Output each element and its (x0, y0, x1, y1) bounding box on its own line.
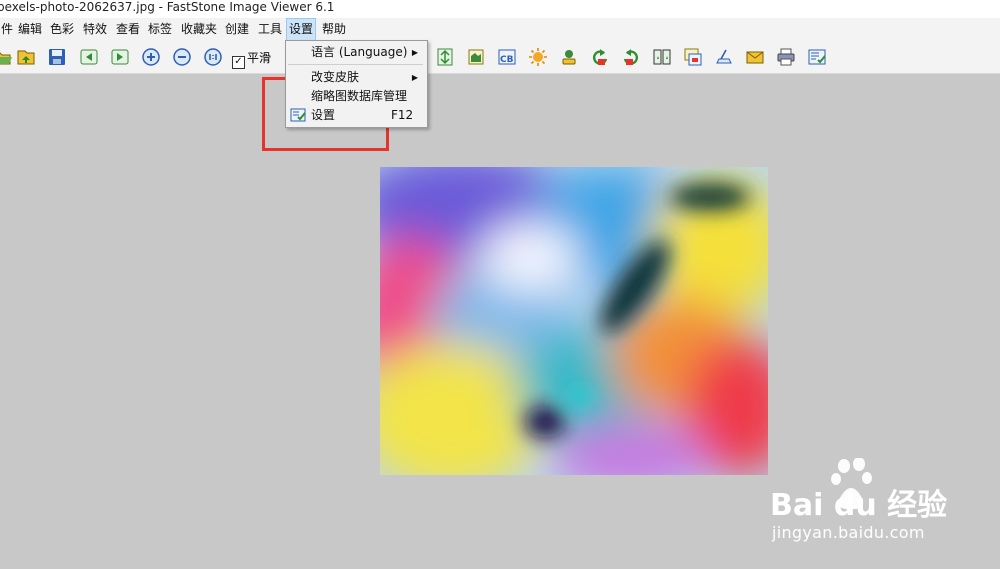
menu-item-language-label: 语言 (Language) (311, 45, 408, 59)
watermark-brand: Bai du 经验 (770, 488, 947, 523)
menu-item-thumbnail-db-label: 缩略图数据库管理 (311, 89, 408, 103)
print-icon[interactable] (776, 47, 796, 67)
menu-item-change-skin-label: 改变皮肤 (311, 70, 360, 84)
window-title: pexels-photo-2062637.jpg - FastStone Ima… (0, 0, 335, 14)
settings-icon[interactable] (807, 47, 827, 67)
menu-create[interactable]: 创建 (223, 18, 251, 41)
resize-icon[interactable] (435, 47, 455, 67)
crop-icon[interactable] (466, 47, 486, 67)
menu-settings[interactable]: 设置 (286, 18, 317, 41)
menu-view[interactable]: 查看 (114, 18, 142, 41)
smooth-checkbox[interactable]: ✓ (232, 56, 245, 69)
menu-item-change-skin[interactable]: 改变皮肤 ▶ (286, 67, 425, 88)
menu-tags[interactable]: 标签 (146, 18, 174, 41)
compare-icon[interactable] (652, 47, 672, 67)
menu-effects[interactable]: 特效 (81, 18, 109, 41)
actual-size-icon[interactable] (203, 47, 223, 67)
svg-text:CB: CB (500, 55, 514, 65)
settings-dropdown: 语言 (Language) ▶ 改变皮肤 ▶ 缩略图数据库管理 设置 F12 (285, 40, 428, 128)
browse-icon[interactable] (16, 47, 36, 67)
menu-separator (288, 64, 423, 65)
toolbar: ✓ 平滑 CB (0, 41, 1000, 74)
brightness-icon[interactable] (528, 47, 548, 67)
submenu-arrow-icon: ▶ (411, 48, 418, 57)
menu-item-language[interactable]: 语言 (Language) ▶ (286, 42, 425, 63)
smooth-label: 平滑 (247, 51, 272, 65)
menu-help[interactable]: 帮助 (320, 18, 348, 41)
save-icon[interactable] (47, 47, 67, 67)
title-bar: pexels-photo-2062637.jpg - FastStone Ima… (0, 0, 1000, 18)
stamp-icon[interactable] (559, 47, 579, 67)
settings-icon (290, 108, 306, 122)
zoom-out-icon[interactable] (172, 47, 192, 67)
baidu-watermark: Bai du 经验 jingyan.baidu.com (768, 458, 998, 566)
previous-icon[interactable] (79, 47, 99, 67)
menu-item-thumbnail-db[interactable]: 缩略图数据库管理 (286, 86, 425, 107)
open-folder-icon[interactable] (0, 47, 12, 67)
menu-item-settings-shortcut: F12 (391, 108, 414, 122)
rotate-right-icon[interactable] (621, 47, 641, 67)
menu-item-settings[interactable]: 设置 F12 (286, 105, 425, 126)
smooth-toggle[interactable]: ✓ 平滑 (232, 51, 272, 69)
rotate-left-icon[interactable] (590, 47, 610, 67)
menu-file[interactable]: 件 (0, 18, 15, 41)
menu-edit[interactable]: 编辑 (16, 18, 44, 41)
submenu-arrow-icon: ▶ (411, 73, 418, 82)
menu-bar: 件 编辑 色彩 特效 查看 标签 收藏夹 创建 工具 设置 帮助 (0, 18, 1000, 41)
scanner-icon[interactable] (714, 47, 734, 67)
watermark-url: jingyan.baidu.com (772, 523, 925, 542)
next-icon[interactable] (110, 47, 130, 67)
menu-tools[interactable]: 工具 (256, 18, 284, 41)
image-viewport (380, 167, 768, 475)
zoom-in-icon[interactable] (141, 47, 161, 67)
email-icon[interactable] (745, 47, 765, 67)
menu-item-settings-label: 设置 (311, 108, 336, 122)
menu-colors[interactable]: 色彩 (48, 18, 76, 41)
slideshow-icon[interactable] (683, 47, 703, 67)
menu-favorites[interactable]: 收藏夹 (179, 18, 219, 41)
contrast-icon[interactable]: CB (497, 47, 517, 67)
